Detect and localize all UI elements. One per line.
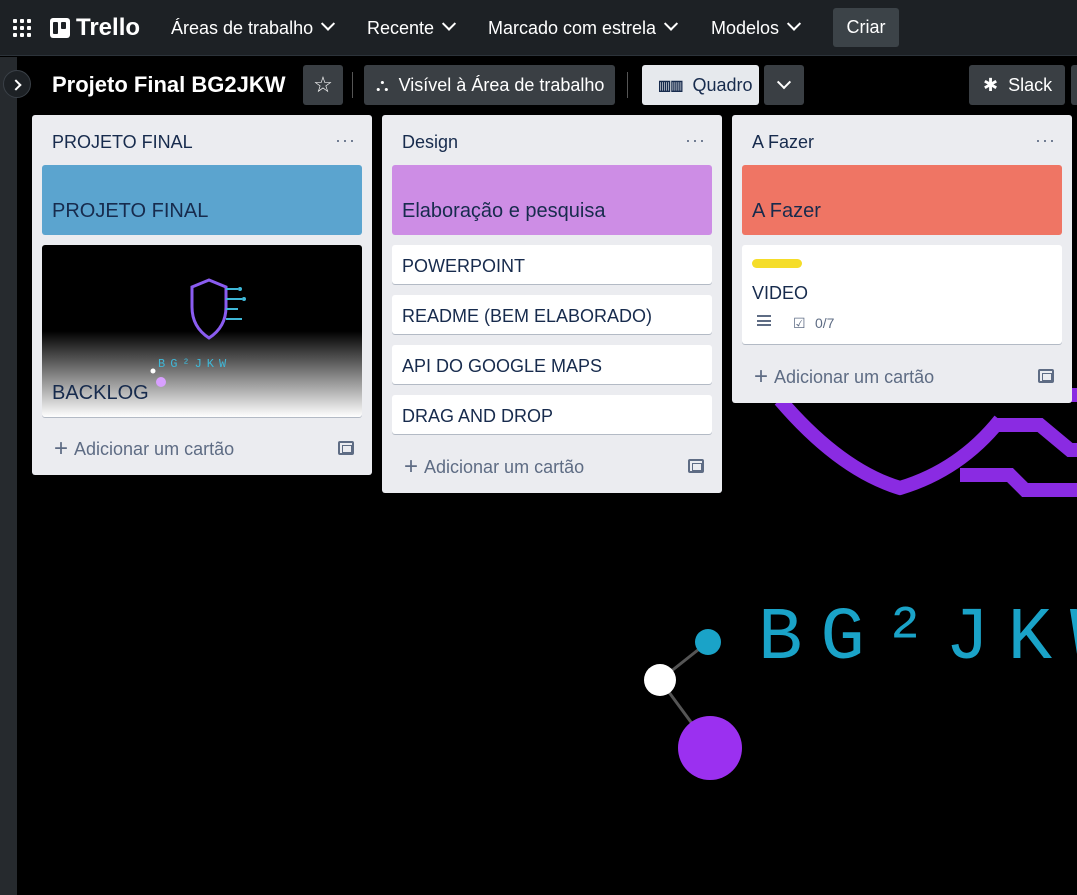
checklist-icon: ☑ bbox=[793, 315, 806, 331]
add-card-button[interactable]: + Adicionar um cartão bbox=[754, 363, 934, 391]
people-icon: ⛬ bbox=[376, 74, 389, 95]
chevron-down-icon bbox=[664, 16, 679, 31]
chevron-down-icon bbox=[786, 16, 802, 31]
shield-logo-art bbox=[774, 388, 1077, 497]
chevron-down-icon bbox=[441, 16, 457, 31]
list-title[interactable]: Design bbox=[402, 132, 458, 153]
nav-workspaces[interactable]: Áreas de trabalho bbox=[171, 12, 336, 44]
plus-icon: + bbox=[404, 453, 419, 480]
trello-logo-icon bbox=[50, 18, 70, 38]
view-switcher-button[interactable] bbox=[764, 65, 804, 105]
card-title: BACKLOG bbox=[52, 382, 149, 404]
slack-icon: ✱ bbox=[983, 74, 999, 95]
list-card[interactable]: API DO GOOGLE MAPS bbox=[392, 345, 712, 384]
add-card-button[interactable]: + Adicionar um cartão bbox=[404, 453, 584, 481]
slack-powerup-button[interactable]: ✱ Slack bbox=[969, 65, 1065, 105]
top-navigation-bar: Trello Áreas de trabalho Recente Marcado… bbox=[0, 0, 1077, 56]
board-view-icon: ▥▥ bbox=[658, 76, 683, 93]
background-logo-text: BG²JKW bbox=[758, 597, 1077, 681]
list-design: Design ··· Elaboração e pesquisa POWERPO… bbox=[382, 115, 722, 493]
cyan-dot bbox=[695, 629, 721, 655]
cover-card[interactable]: Elaboração e pesquisa bbox=[392, 165, 712, 235]
card-template-icon[interactable] bbox=[1038, 369, 1054, 383]
list-title[interactable]: PROJETO FINAL bbox=[52, 132, 193, 153]
card-template-icon[interactable] bbox=[338, 441, 354, 455]
list-card[interactable]: DRAG AND DROP bbox=[392, 395, 712, 434]
list-title[interactable]: A Fazer bbox=[752, 132, 814, 153]
board-view-button[interactable]: ▥▥ Quadro bbox=[642, 65, 759, 105]
card-label bbox=[752, 259, 802, 268]
list-card[interactable]: POWERPOINT bbox=[392, 245, 712, 284]
white-dot bbox=[644, 664, 676, 696]
workspace-sidebar-collapsed bbox=[0, 57, 17, 895]
backlog-image-text: BG²JKW bbox=[158, 357, 231, 371]
cover-card[interactable]: PROJETO FINAL bbox=[42, 165, 362, 235]
star-board-button[interactable]: ☆ bbox=[303, 65, 343, 105]
divider bbox=[352, 72, 353, 98]
app-switcher-icon[interactable] bbox=[13, 19, 31, 37]
expand-sidebar-button[interactable] bbox=[3, 70, 31, 98]
trello-logo[interactable]: Trello bbox=[50, 14, 140, 41]
nav-templates[interactable]: Modelos bbox=[711, 12, 802, 44]
card-template-icon[interactable] bbox=[688, 459, 704, 473]
plus-icon: + bbox=[54, 435, 69, 462]
add-card-button[interactable]: + Adicionar um cartão bbox=[54, 435, 234, 463]
board-menu-button[interactable] bbox=[1071, 65, 1077, 105]
cover-card[interactable]: A Fazer bbox=[742, 165, 1062, 235]
list-a-fazer: A Fazer ··· A Fazer VIDEO ☑ 0/7 + Adicion… bbox=[732, 115, 1072, 403]
checklist-count: 0/7 bbox=[815, 315, 835, 331]
star-icon: ☆ bbox=[313, 72, 333, 97]
nav-starred[interactable]: Marcado com estrela bbox=[488, 12, 679, 44]
card-title: VIDEO bbox=[752, 283, 809, 303]
create-button[interactable]: Criar bbox=[833, 8, 899, 47]
purple-dot bbox=[678, 716, 742, 780]
description-icon bbox=[757, 315, 771, 326]
backlog-card[interactable]: BG²JKW BACKLOG bbox=[42, 245, 362, 417]
list-menu-icon[interactable]: ··· bbox=[1035, 130, 1056, 151]
chevron-down-icon bbox=[321, 16, 336, 31]
chevron-down-icon bbox=[776, 75, 792, 90]
board-title[interactable]: Projeto Final BG2JKW bbox=[52, 72, 285, 98]
list-menu-icon[interactable]: ··· bbox=[335, 130, 356, 151]
list-menu-icon[interactable]: ··· bbox=[685, 130, 706, 151]
network-dots-art bbox=[644, 629, 742, 780]
list-card[interactable]: README (BEM ELABORADO) bbox=[392, 295, 712, 334]
divider bbox=[627, 72, 628, 98]
nav-recent[interactable]: Recente bbox=[367, 12, 457, 44]
list-projeto-final: PROJETO FINAL ··· PROJETO FINAL BG²JKW B… bbox=[32, 115, 372, 475]
visibility-button[interactable]: ⛬ Visível à Área de trabalho bbox=[364, 65, 615, 105]
video-card[interactable]: VIDEO ☑ 0/7 bbox=[742, 245, 1062, 344]
plus-icon: + bbox=[754, 363, 769, 390]
